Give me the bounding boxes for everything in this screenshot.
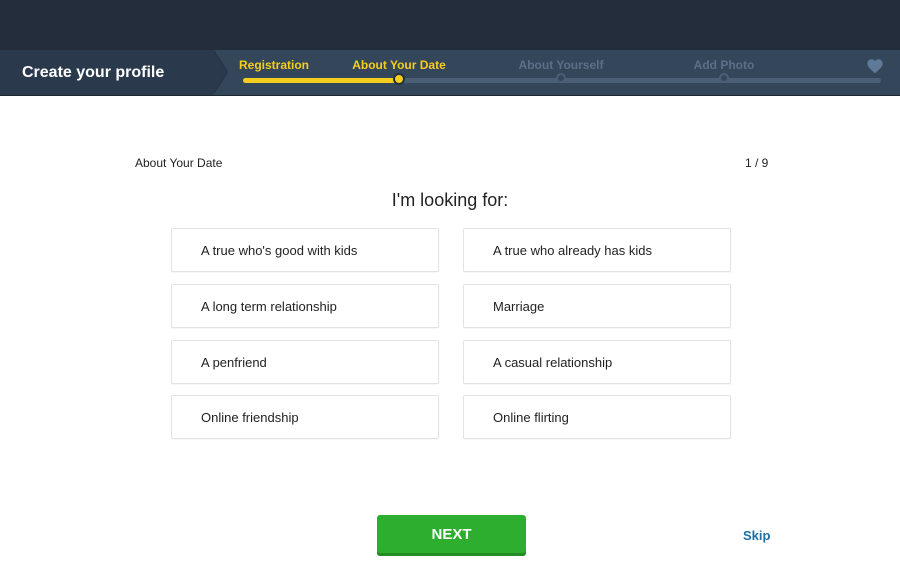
step-about-your-date[interactable]: About Your Date (352, 58, 446, 72)
option-label: A penfriend (201, 355, 267, 370)
option-good-with-kids[interactable]: A true who's good with kids (171, 228, 439, 272)
option-label: Marriage (493, 299, 545, 314)
option-label: Online flirting (493, 410, 569, 425)
progress-fill (243, 78, 399, 83)
option-online-friendship[interactable]: Online friendship (171, 395, 439, 439)
option-online-flirting[interactable]: Online flirting (463, 395, 731, 439)
skip-link[interactable]: Skip (743, 528, 770, 543)
title-arrow (213, 50, 227, 94)
option-long-term-relationship[interactable]: A long term relationship (171, 284, 439, 328)
page-title: Create your profile (22, 64, 165, 81)
heart-icon (867, 59, 883, 74)
option-label: A true who's good with kids (201, 243, 358, 258)
step-dot-add-photo (719, 73, 729, 83)
option-marriage[interactable]: Marriage (463, 284, 731, 328)
question-heading: I'm looking for: (391, 190, 509, 210)
profile-steps-bar: Create your profile Registration About Y… (0, 50, 900, 96)
option-penfriend[interactable]: A penfriend (171, 340, 439, 384)
next-button[interactable]: NEXT (377, 515, 526, 556)
section-label: About Your Date (135, 156, 223, 170)
option-casual-relationship[interactable]: A casual relationship (463, 340, 731, 384)
option-already-has-kids[interactable]: A true who already has kids (463, 228, 731, 272)
question-progress-count: 1 / 9 (745, 156, 769, 170)
option-label: A long term relationship (201, 299, 337, 314)
step-dot-about-your-date (393, 73, 405, 85)
option-label: A true who already has kids (493, 243, 652, 258)
option-label: A casual relationship (493, 355, 613, 370)
step-registration[interactable]: Registration (239, 58, 309, 72)
step-dot-about-yourself (556, 73, 566, 83)
step-add-photo: Add Photo (693, 58, 755, 72)
option-label: Online friendship (201, 410, 299, 425)
step-about-yourself: About Yourself (518, 58, 604, 72)
top-bar (0, 0, 900, 50)
